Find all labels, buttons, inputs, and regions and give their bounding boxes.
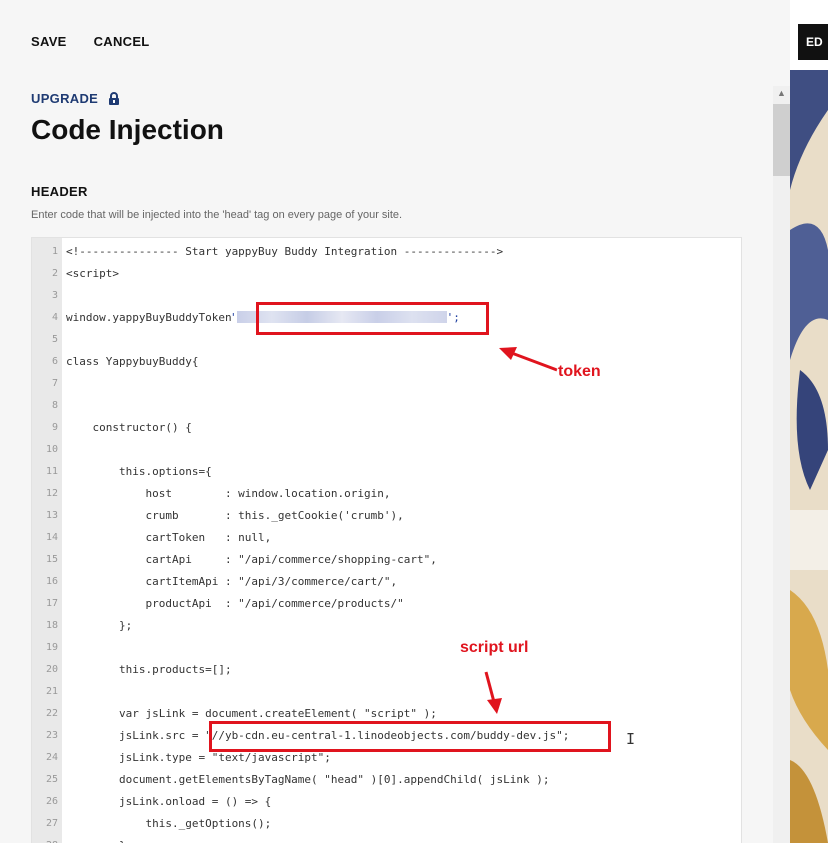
line-number: 8 [51, 400, 58, 411]
code-line: 1 <!--------------- Start yappyBuy Buddy … [32, 241, 741, 263]
code-injection-panel: SAVE CANCEL UPGRADE Code Injection HEADE… [0, 0, 790, 843]
token-highlight-box [256, 302, 489, 335]
line-text: } [66, 835, 126, 843]
code-line: 6 class YappybuyBuddy{ [32, 351, 741, 373]
code-line: 26 jsLink.onload = () => { [32, 791, 741, 813]
header-section-label: HEADER [31, 184, 88, 199]
line-number: 1 [51, 246, 58, 257]
line-number: 23 [45, 730, 58, 741]
site-preview[interactable]: ED [790, 0, 828, 843]
code-line: 8 [32, 395, 741, 417]
code-line: 28 } [32, 835, 741, 843]
line-number: 21 [45, 686, 58, 697]
line-number: 4 [51, 312, 58, 323]
line-number: 13 [45, 510, 58, 521]
line-text: cartItemApi : "/api/3/commerce/cart/", [66, 575, 398, 588]
edit-button[interactable]: ED [798, 24, 828, 60]
line-number: 17 [45, 598, 58, 609]
code-line: 11 this.options={ [32, 461, 741, 483]
code-line: 16 cartItemApi : "/api/3/commerce/cart/"… [32, 571, 741, 593]
line-number: 27 [45, 818, 58, 829]
scrollbar-thumb[interactable] [773, 104, 790, 176]
code-line: 27 this._getOptions(); [32, 813, 741, 835]
line-number: 10 [45, 444, 58, 455]
line-text: productApi : "/api/commerce/products/" [66, 597, 404, 610]
cancel-button[interactable]: CANCEL [94, 34, 150, 49]
code-line: 12 host : window.location.origin, [32, 483, 741, 505]
line-number: 22 [45, 708, 58, 719]
scrollbar[interactable]: ▲ [773, 86, 790, 843]
code-line: 15 cartApi : "/api/commerce/shopping-car… [32, 549, 741, 571]
code-line: 10 [32, 439, 741, 461]
line-number: 11 [45, 466, 58, 477]
script-url-highlight-box [209, 721, 611, 752]
line-number: 14 [45, 532, 58, 543]
line-text: document.getElementsByTagName( "head" )[… [66, 773, 550, 786]
code-line: 25 document.getElementsByTagName( "head"… [32, 769, 741, 791]
code-line: 2 <script> [32, 263, 741, 285]
script-url-annotation-label: script url [460, 639, 529, 656]
lock-icon [108, 92, 120, 108]
scroll-up-icon[interactable]: ▲ [777, 88, 786, 98]
line-number: 26 [45, 796, 58, 807]
line-text: <!--------------- Start yappyBuy Buddy I… [66, 245, 504, 258]
script-url-arrow-icon [484, 671, 502, 714]
line-text: constructor() { [66, 421, 192, 434]
line-number: 18 [45, 620, 58, 631]
save-button[interactable]: SAVE [31, 34, 67, 49]
line-number: 15 [45, 554, 58, 565]
page-title: Code Injection [31, 114, 224, 145]
line-text: }; [66, 619, 133, 632]
code-line: 13 crumb : this._getCookie('crumb'), [32, 505, 741, 527]
code-line: 21 [32, 681, 741, 703]
line-number: 5 [51, 334, 58, 345]
line-number: 16 [45, 576, 58, 587]
line-text: host : window.location.origin, [66, 487, 391, 500]
upgrade-label: UPGRADE [31, 91, 99, 106]
line-text: this.products=[]; [66, 663, 232, 676]
line-text: <script> [66, 267, 119, 280]
header-section-description: Enter code that will be injected into th… [31, 209, 403, 221]
code-line: 17 productApi : "/api/commerce/products/… [32, 593, 741, 615]
line-text: this.options={ [66, 465, 212, 478]
preview-artwork [790, 70, 828, 843]
code-line: 18 }; [32, 615, 741, 637]
line-number: 2 [51, 268, 58, 279]
line-number: 9 [51, 422, 58, 433]
toolbar: SAVE CANCEL [31, 34, 150, 49]
token-arrow-icon [499, 347, 558, 372]
upgrade-link[interactable]: UPGRADE [31, 91, 120, 108]
code-line: 20 this.products=[]; [32, 659, 741, 681]
text-cursor-icon: I [626, 730, 636, 748]
line-number: 20 [45, 664, 58, 675]
line-text: cartApi : "/api/commerce/shopping-cart", [66, 553, 437, 566]
line-number: 24 [45, 752, 58, 763]
line-text: window.yappyBuyBuddyToken = [66, 311, 252, 324]
token-annotation-label: token [558, 363, 601, 380]
line-text: cartToken : null, [66, 531, 272, 544]
line-number: 25 [45, 774, 58, 785]
line-number: 7 [51, 378, 58, 389]
line-number: 6 [51, 356, 58, 367]
line-text: class YappybuyBuddy{ [66, 355, 199, 368]
code-line: 7 [32, 373, 741, 395]
code-line: 14 cartToken : null, [32, 527, 741, 549]
line-number: 12 [45, 488, 58, 499]
line-text: jsLink.onload = () => { [66, 795, 272, 808]
line-number: 19 [45, 642, 58, 653]
line-text: this._getOptions(); [66, 817, 272, 830]
line-number: 3 [51, 290, 58, 301]
line-number: 28 [32, 835, 58, 843]
code-line: 9 constructor() { [32, 417, 741, 439]
line-text: crumb : this._getCookie('crumb'), [66, 509, 404, 522]
code-line: 19 [32, 637, 741, 659]
